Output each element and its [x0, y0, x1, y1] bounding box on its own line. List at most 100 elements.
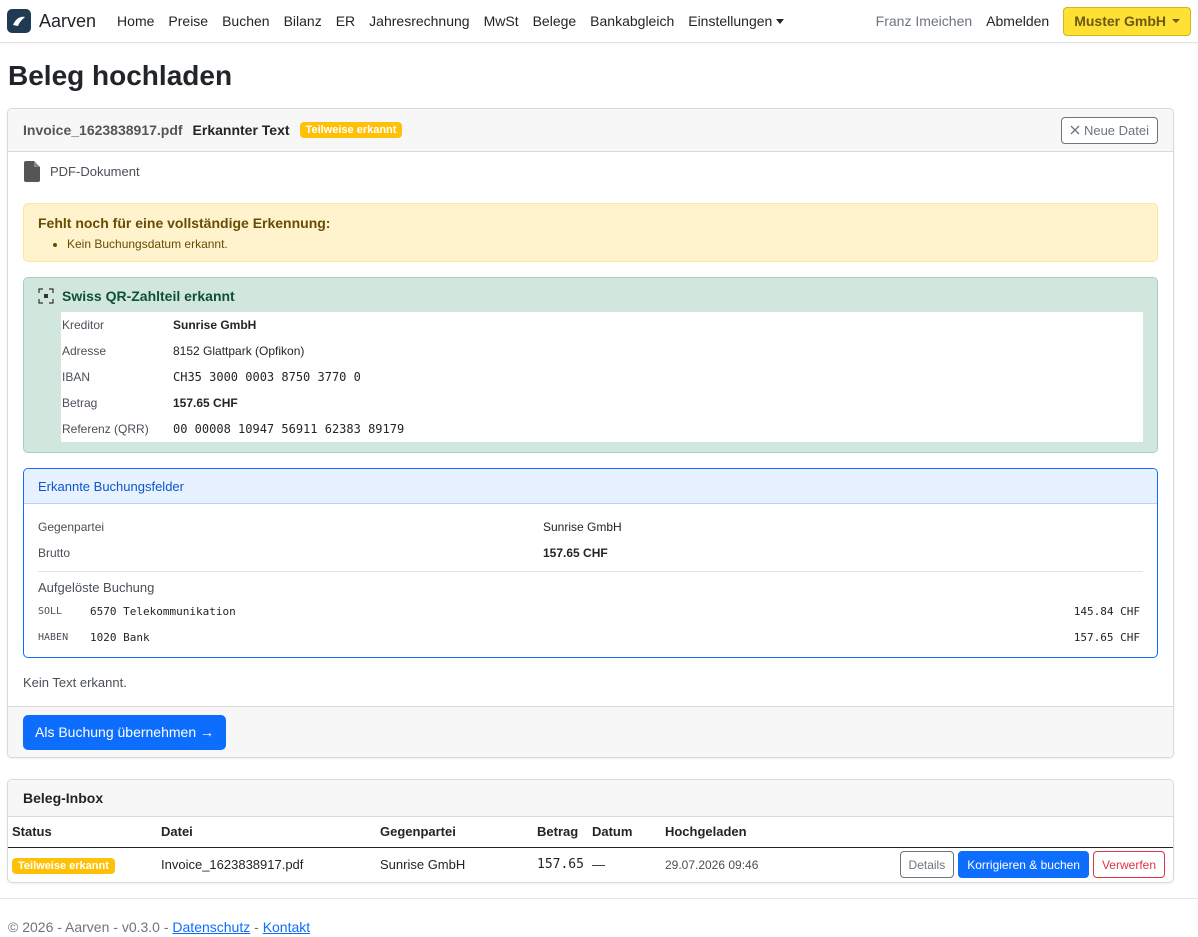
column-header: Hochgeladen: [660, 817, 841, 848]
recognized-text-label: Erkannter Text: [192, 122, 290, 138]
footer-separator: -: [254, 919, 259, 935]
inbox-table: Status Datei Gegenpartei Betrag Datum Ho…: [8, 817, 1173, 882]
entry-account: 1020 Bank: [90, 630, 150, 644]
column-header: Datei: [157, 817, 376, 848]
qr-label: Referenz (QRR): [62, 422, 149, 436]
booking-entry-credit: HABEN 1020 Bank 157.65 CHF: [38, 624, 1143, 650]
resolved-booking-title: Aufgelöste Buchung: [38, 580, 155, 595]
column-header: Datum: [587, 817, 661, 848]
details-button[interactable]: Details: [899, 851, 955, 879]
file-name: Invoice_1623838917.pdf: [23, 122, 183, 138]
qr-value: Sunrise GmbH: [173, 318, 257, 332]
qr-bill-section: Swiss QR-Zahlteil erkannt Kreditor Sunri…: [23, 277, 1158, 453]
booking-entry-debit: SOLL 6570 Telekommunikation 145.84 CHF: [38, 598, 1143, 624]
missing-info-alert: Fehlt noch für eine vollständige Erkennu…: [23, 203, 1158, 262]
missing-info-item: Kein Buchungsdatum erkannt.: [67, 237, 1143, 251]
inbox-card: Beleg-Inbox Status Datei Gegenpartei Bet…: [7, 779, 1174, 883]
submit-booking-button[interactable]: Als Buchung übernehmen →: [23, 714, 226, 750]
missing-info-title: Fehlt noch für eine vollständige Erkennu…: [38, 215, 331, 231]
qr-label: Adresse: [62, 344, 107, 358]
missing-info-list: Kein Buchungsdatum erkannt.: [67, 237, 1143, 251]
row-actions: Details Korrigieren & buchen Verwerfen: [845, 851, 1169, 879]
entry-side: HABEN: [38, 631, 69, 643]
qr-label: Betrag: [62, 396, 98, 410]
field-gross: Brutto 157.65 CHF: [38, 540, 1143, 566]
field-value: Sunrise GmbH: [543, 520, 622, 534]
page-title: Beleg hochladen: [8, 60, 233, 91]
caret-down-icon: [776, 19, 785, 24]
org-name: Muster GmbH: [1074, 13, 1166, 29]
brand-name: Aarven: [39, 10, 97, 31]
nav-jahresrechnung[interactable]: Jahresrechnung: [362, 13, 476, 29]
booking-fields-section: Erkannte Buchungsfelder Gegenpartei Sunr…: [23, 468, 1158, 658]
new-file-label: Neue Datei: [1083, 122, 1149, 138]
entry-account: 6570 Telekommunikation: [90, 604, 236, 618]
status-badge: Teilweise erkannt: [12, 858, 115, 875]
footer-text: © 2026 - Aarven - v0.3.0 -: [8, 919, 169, 935]
org-switcher-button[interactable]: Muster GmbH: [1063, 6, 1191, 36]
field-label: Gegenpartei: [38, 520, 105, 534]
booking-fields-title: Erkannte Buchungsfelder: [24, 469, 1157, 504]
table-header-row: Status Datei Gegenpartei Betrag Datum Ho…: [8, 817, 1173, 848]
status-badge: Teilweise erkannt: [299, 122, 403, 138]
nav-logout[interactable]: Abmelden: [979, 13, 1056, 29]
no-text-message: Kein Text erkannt.: [23, 675, 127, 690]
cell-uploaded: 29.07.2026 09:46: [664, 857, 759, 872]
discard-button[interactable]: Verwerfen: [1092, 851, 1165, 879]
nav-belege[interactable]: Belege: [526, 13, 584, 29]
brand[interactable]: Aarven: [7, 9, 96, 33]
qr-label: Kreditor: [62, 318, 105, 332]
nav-einstellungen-label: Einstellungen: [688, 13, 773, 29]
qr-bill-title: Swiss QR-Zahlteil erkannt: [62, 288, 235, 304]
divider: [38, 571, 1143, 572]
cell-file: Invoice_1623838917.pdf: [161, 857, 304, 873]
column-header-actions: [840, 817, 1173, 848]
field-label: Brutto: [38, 546, 71, 560]
brand-logo-icon: [7, 9, 31, 33]
qr-value: CH35 3000 0003 8750 3770 0: [173, 370, 361, 384]
caret-down-icon: [1172, 19, 1180, 23]
close-icon: [1070, 125, 1080, 135]
footer: © 2026 - Aarven - v0.3.0 - Datenschutz -…: [0, 898, 1198, 935]
column-header: Status: [8, 817, 157, 848]
privacy-link[interactable]: Datenschutz: [172, 919, 250, 935]
nav-buchen[interactable]: Buchen: [215, 13, 276, 29]
qr-row-adresse: Adresse 8152 Glattpark (Opfikon): [61, 338, 1143, 364]
table-row: Teilweise erkannt Invoice_1623838917.pdf…: [8, 847, 1173, 882]
nav-user-name[interactable]: Franz Imeichen: [869, 13, 979, 29]
qr-value: 8152 Glattpark (Opfikon): [173, 344, 305, 358]
navbar: Aarven Home Preise Buchen Bilanz ER Jahr…: [0, 0, 1198, 43]
nav-bilanz[interactable]: Bilanz: [277, 13, 329, 29]
upload-card-footer: Als Buchung übernehmen →: [8, 706, 1173, 757]
nav-preise[interactable]: Preise: [161, 13, 215, 29]
document-type-row: PDF-Dokument: [8, 152, 1173, 190]
nav-bankabgleich[interactable]: Bankabgleich: [583, 13, 681, 29]
qr-bill-table: Kreditor Sunrise GmbH Adresse 8152 Glatt…: [61, 312, 1143, 442]
qr-row-kreditor: Kreditor Sunrise GmbH: [61, 312, 1143, 338]
correct-and-book-button[interactable]: Korrigieren & buchen: [958, 851, 1089, 879]
cell-counterparty: Sunrise GmbH: [380, 857, 466, 873]
contact-link[interactable]: Kontakt: [263, 919, 310, 935]
nav-mwst[interactable]: MwSt: [477, 13, 526, 29]
nav-er[interactable]: ER: [329, 13, 362, 29]
new-file-button[interactable]: Neue Datei: [1060, 116, 1158, 144]
inbox-title: Beleg-Inbox: [8, 780, 1173, 817]
document-type: PDF-Dokument: [50, 163, 140, 179]
column-header: Betrag: [533, 817, 588, 848]
qr-bill-title-row: Swiss QR-Zahlteil erkannt: [38, 288, 1143, 304]
nav-einstellungen-dropdown[interactable]: Einstellungen: [681, 13, 791, 29]
qr-row-betrag: Betrag 157.65 CHF: [61, 390, 1143, 416]
entry-side: SOLL: [38, 605, 63, 617]
entry-amount: 145.84 CHF: [1073, 604, 1140, 618]
qr-value: 00 00008 10947 56911 62383 89179: [173, 422, 405, 436]
upload-card-header: Invoice_1623838917.pdf Erkannter Text Te…: [8, 109, 1173, 152]
file-icon: [24, 160, 40, 182]
qr-code-icon: [38, 288, 54, 304]
column-header: Gegenpartei: [376, 817, 533, 848]
qr-label: IBAN: [62, 370, 91, 384]
qr-row-referenz: Referenz (QRR) 00 00008 10947 56911 6238…: [61, 416, 1143, 442]
cell-date: —: [591, 857, 605, 873]
field-counterparty: Gegenpartei Sunrise GmbH: [38, 514, 1143, 540]
nav-home[interactable]: Home: [110, 13, 161, 29]
cell-amount: 157.65: [537, 857, 584, 873]
